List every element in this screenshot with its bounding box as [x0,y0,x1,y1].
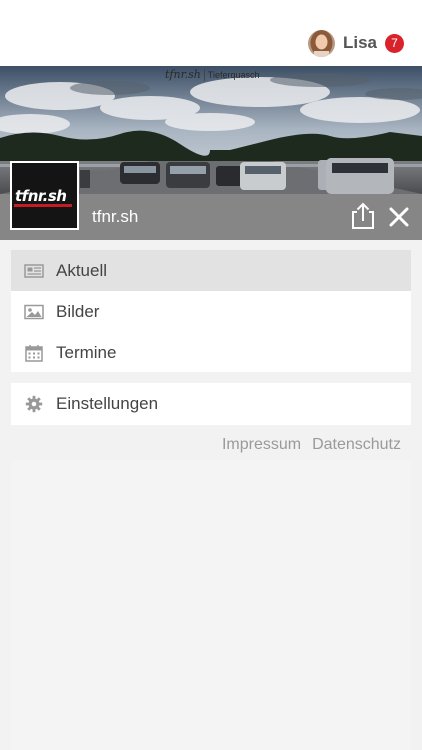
datenschutz-link[interactable]: Datenschutz [312,436,401,454]
menu-item-bilder[interactable]: Bilder [11,291,411,332]
footer-links: Impressum Datenschutz [222,436,401,454]
top-bar: Lisa 7 [0,0,422,66]
menu-item-aktuell[interactable]: Aktuell [11,250,411,291]
watermark-sub: Tieferquasch [207,70,260,80]
menu-item-label: Termine [56,342,117,362]
page-logo[interactable]: tfnr.sh [10,161,79,230]
newspaper-icon [24,262,44,280]
menu-item-label: Bilder [56,301,100,321]
menu-item-label: Einstellungen [56,393,159,413]
close-icon [389,207,409,227]
watermark-main: tfnr.sh [165,68,201,81]
notification-badge[interactable]: 7 [385,33,404,53]
share-button[interactable] [350,202,376,230]
page-title: tfnr.sh [92,207,139,226]
menu-item-termine[interactable]: Termine [11,332,411,373]
user-name[interactable]: Lisa [343,33,377,53]
impressum-link[interactable]: Impressum [222,436,301,454]
user-avatar[interactable] [307,29,335,57]
share-icon [352,202,374,229]
logo-wordmark: tfnr.sh [15,187,67,205]
main-menu: Aktuell Bilder Termine [11,250,411,372]
calendar-icon [24,344,44,362]
menu-item-label: Aktuell [56,260,108,280]
banner-watermark: tfnr.sh Tieferquasch [165,68,260,81]
logo-stripe [14,204,72,207]
image-icon [24,303,44,321]
user-menu[interactable]: Lisa 7 [307,29,404,57]
close-button[interactable] [388,206,410,228]
secondary-menu: Einstellungen [11,383,411,425]
content-area [11,460,411,750]
menu-item-einstellungen[interactable]: Einstellungen [11,383,411,424]
page-logo-image: tfnr.sh [12,163,77,228]
gear-icon [24,395,44,413]
